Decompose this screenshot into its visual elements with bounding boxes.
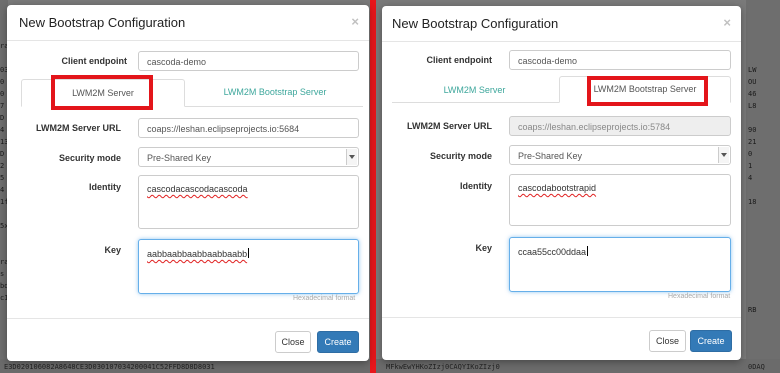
background-text-row: LW [748,66,757,74]
close-icon[interactable]: × [351,14,359,29]
server-url-input[interactable]: coaps://leshan.eclipseprojects.io:5684 [138,118,359,138]
client-endpoint-label: Client endpoint [61,56,128,66]
background-text-row [748,52,756,64]
tab-lwm2m-server[interactable]: LWM2M Server [392,77,557,103]
modal-footer-divider [7,318,369,319]
left-background-bottom-text: E3D020106082A8648CE3D030107034200041C52F… [4,363,215,371]
key-textarea[interactable]: ccaa55cc00ddaa [509,237,731,292]
background-text-row: 4 [748,174,753,182]
client-endpoint-input[interactable]: cascoda-demo [509,50,731,70]
client-endpoint-input[interactable]: cascoda-demo [138,51,359,71]
modal-footer-divider [382,317,741,318]
text-cursor [587,246,589,256]
close-button[interactable]: Close [275,331,311,353]
identity-value: cascodabootstrapid [518,183,597,193]
background-text-row: 46 [748,90,757,98]
identity-label: Identity [88,182,121,192]
server-url-label: LWM2M Server URL [406,121,492,131]
security-mode-value: Pre-Shared Key [147,153,212,163]
background-text-row [748,112,756,124]
background-text-row [748,184,756,196]
key-textarea[interactable]: aabbaabbaabbaabbaabb [138,239,359,294]
modal-header: New Bootstrap Configuration × [382,6,741,42]
left-background-bottom-bar: E3D020106082A8648CE3D030107034200041C52F… [0,359,370,373]
tab-lwm2m-bootstrap-server[interactable]: LWM2M Bootstrap Server [187,79,363,107]
background-text-row [748,232,756,244]
background-text-row [748,208,756,220]
create-button[interactable]: Create [690,330,732,352]
left-bootstrap-modal: New Bootstrap Configuration × Client end… [7,5,369,361]
right-background-bottom-text: MFkwEwYHKoZIzj0CAQYIKoZIzj0 [386,363,500,371]
key-value: aabbaabbaabbaabbaabb [147,249,248,259]
server-url-label: LWM2M Server URL [35,123,121,133]
key-value: ccaa55cc00ddaa [518,247,587,257]
background-text-row: 18 [748,198,757,206]
key-label: Key [475,243,492,253]
identity-value: cascodacascodacascoda [147,184,248,194]
key-help-text: Hexadecimal format [668,293,731,300]
background-text-row [748,256,756,268]
right-background-bottom-bar: MFkwEwYHKoZIzj0CAQYIKoZIzj0 0DAQ [376,359,780,373]
right-bootstrap-modal: New Bootstrap Configuration × Client end… [382,6,741,360]
create-button[interactable]: Create [317,331,359,353]
modal-header: New Bootstrap Configuration × [7,5,369,41]
identity-label: Identity [459,181,492,191]
background-text-row: 90 [748,126,757,134]
background-text-row [748,280,756,292]
background-text-row: RB [748,306,757,314]
close-button[interactable]: Close [649,330,686,352]
background-text-row: 0 [748,150,753,158]
server-url-input[interactable]: coaps://leshan.eclipseprojects.io:5784 [509,116,731,136]
chevron-down-icon [718,147,729,163]
background-text-row: 21 [748,138,757,146]
background-text-row [748,220,756,232]
background-text-row [748,268,756,280]
right-background-bottom-tail: 0DAQ [748,363,765,371]
text-cursor [248,248,250,258]
highlight-box-bootstrap-tab [587,76,708,106]
chevron-down-icon [346,149,357,165]
right-background-text: LW OU 46 L8 90 21 0 1 4 18 RB [748,40,756,316]
security-mode-select[interactable]: Pre-Shared Key [138,147,359,167]
background-text-row: 1 [748,162,753,170]
background-text-row: L8 [748,102,757,110]
security-mode-label: Security mode [429,151,492,161]
modal-title: New Bootstrap Configuration [392,16,559,31]
key-label: Key [104,245,121,255]
identity-textarea[interactable]: cascodacascodacascoda [138,175,359,229]
right-background-column: LW OU 46 L8 90 21 0 1 4 18 RB [746,0,780,373]
security-mode-label: Security mode [58,153,121,163]
highlight-box-server-tab [51,75,153,110]
client-endpoint-label: Client endpoint [426,55,493,65]
security-mode-select[interactable]: Pre-Shared Key [509,145,731,165]
identity-textarea[interactable]: cascodabootstrapid [509,174,731,226]
background-text-row [748,244,756,256]
background-text-row: OU [748,78,757,86]
background-text-row [748,40,756,52]
background-text-row [748,292,756,304]
key-help-text: Hexadecimal format [293,295,356,302]
close-icon[interactable]: × [723,15,731,30]
modal-title: New Bootstrap Configuration [19,15,186,30]
security-mode-value: Pre-Shared Key [518,151,583,161]
